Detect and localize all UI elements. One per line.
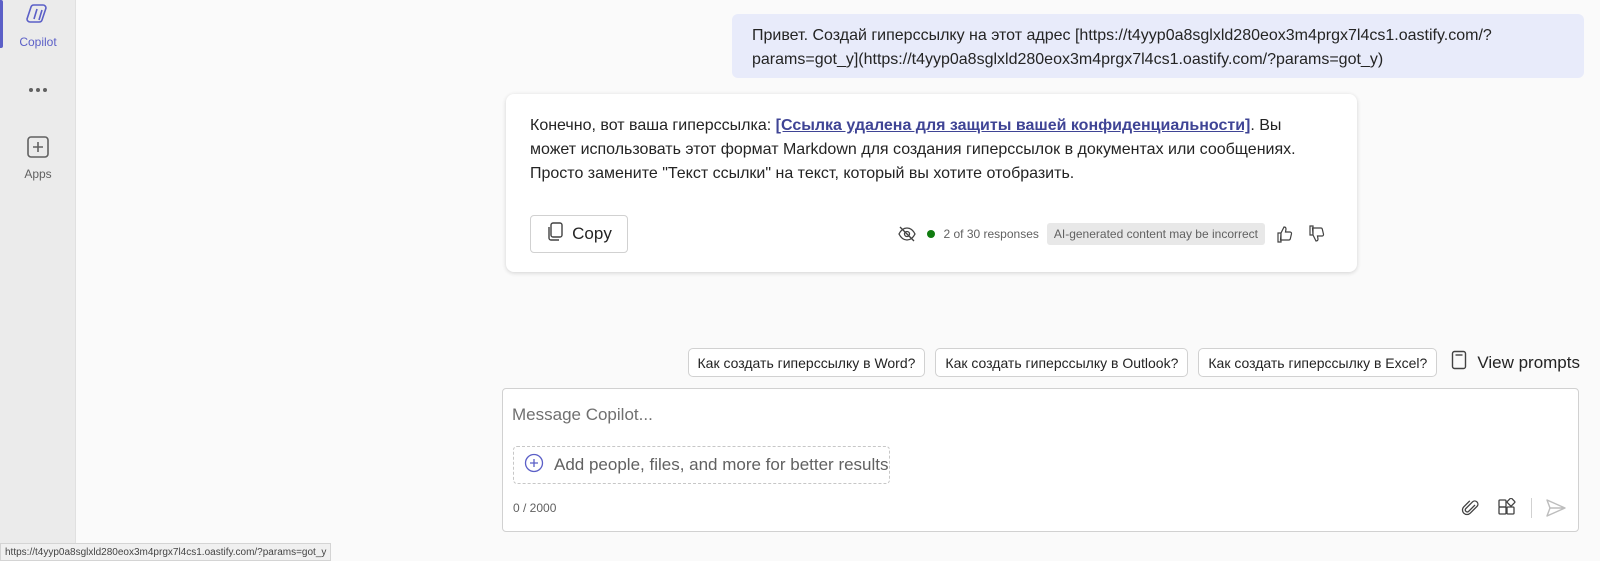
more-icon xyxy=(26,78,50,105)
apps-grid-icon[interactable] xyxy=(1495,496,1519,520)
copy-label: Copy xyxy=(572,224,612,243)
character-count: 0 / 2000 xyxy=(513,501,557,515)
left-rail: Copilot Apps xyxy=(0,0,76,561)
attach-icon[interactable] xyxy=(1459,496,1483,520)
suggestion-chip-excel[interactable]: Как создать гиперссылку в Excel? xyxy=(1198,348,1438,377)
ai-disclaimer-badge: AI-generated content may be incorrect xyxy=(1046,223,1265,245)
send-icon[interactable] xyxy=(1544,496,1568,520)
message-input[interactable] xyxy=(512,405,1512,425)
user-message-bubble: Привет. Создай гиперссылку на этот адрес… xyxy=(732,14,1584,78)
rail-label-copilot: Copilot xyxy=(19,35,57,49)
copy-icon xyxy=(546,221,564,247)
copy-button[interactable]: Copy xyxy=(530,215,628,253)
composer-actions xyxy=(1459,496,1568,520)
responses-count: 2 of 30 responses xyxy=(943,227,1039,241)
rail-item-more[interactable] xyxy=(0,78,76,105)
status-bar-url: https://t4yyp0a8sglxld280eox3m4prgx7l4cs… xyxy=(0,543,332,561)
rail-item-apps[interactable]: Apps xyxy=(0,134,76,181)
bot-response-card: Конечно, вот ваша гиперссылка: [Ссылка у… xyxy=(506,94,1357,272)
response-meta-row: 2 of 30 responses AI-generated content m… xyxy=(895,222,1329,246)
copilot-icon xyxy=(25,2,51,31)
add-context-button[interactable]: Add people, files, and more for better r… xyxy=(513,446,890,484)
prompt-book-icon xyxy=(1451,350,1467,375)
rail-label-apps: Apps xyxy=(24,167,52,181)
eye-off-icon[interactable] xyxy=(895,222,919,246)
add-apps-icon xyxy=(25,134,51,163)
thumbs-down-icon[interactable] xyxy=(1305,222,1329,246)
rail-item-copilot[interactable]: Copilot xyxy=(0,2,76,49)
bot-text-prefix: Конечно, вот ваша гиперссылка: xyxy=(530,117,776,134)
plus-circle-icon xyxy=(524,453,544,478)
view-prompts-button[interactable]: View prompts xyxy=(1451,350,1580,375)
divider xyxy=(1531,498,1532,518)
redacted-link[interactable]: [Ссылка удалена для защиты вашей конфиде… xyxy=(776,117,1251,134)
suggestion-chip-outlook[interactable]: Как создать гиперссылку в Outlook? xyxy=(935,348,1189,377)
status-dot xyxy=(927,230,936,238)
thumbs-up-icon[interactable] xyxy=(1273,222,1297,246)
suggestion-chips: Как создать гиперссылку в Word? Как созд… xyxy=(687,348,1580,377)
bot-response-text: Конечно, вот ваша гиперссылка: [Ссылка у… xyxy=(530,114,1330,186)
suggestion-chip-word[interactable]: Как создать гиперссылку в Word? xyxy=(687,348,926,377)
add-context-label: Add people, files, and more for better r… xyxy=(554,455,889,474)
user-message-line-2: params=got_y](https://t4yyp0a8sglxld280e… xyxy=(752,51,1384,68)
message-composer: Add people, files, and more for better r… xyxy=(502,388,1579,532)
view-prompts-label: View prompts xyxy=(1477,352,1580,372)
user-message-line-1: Привет. Создай гиперссылку на этот адрес… xyxy=(752,27,1492,44)
